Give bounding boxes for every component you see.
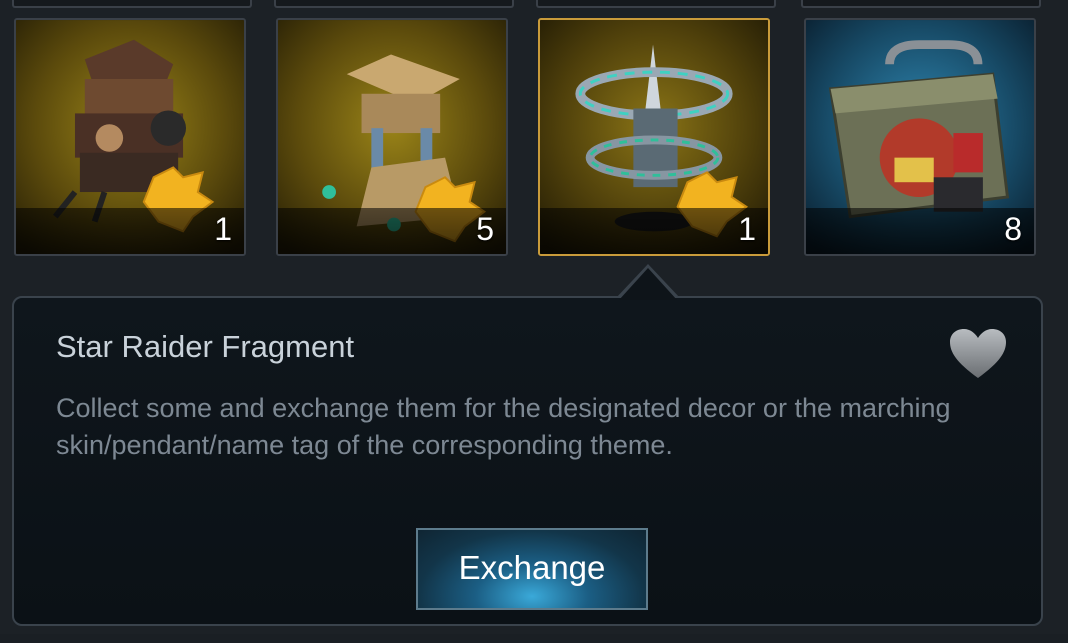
count-bar (806, 208, 1034, 254)
item-count: 1 (738, 211, 756, 247)
item-slot-samurai-castle[interactable]: 1 (14, 18, 246, 256)
previous-row-slot (12, 0, 252, 8)
previous-row-slot (536, 0, 776, 8)
item-slot-supply-crate[interactable]: 8 (804, 18, 1036, 256)
exchange-button[interactable]: Exchange (416, 528, 648, 610)
count-bar (16, 208, 244, 254)
item-detail-panel: Star Raider Fragment Collect some and ex… (12, 296, 1043, 626)
previous-row-slot (801, 0, 1041, 8)
item-count: 1 (214, 211, 232, 247)
item-slot-star-raider[interactable]: 1 (538, 18, 770, 256)
exchange-button-label: Exchange (458, 549, 606, 586)
item-count: 8 (1004, 211, 1022, 247)
bottom-edge (0, 634, 1068, 643)
count-bar (278, 208, 506, 254)
selection-pointer-fill (619, 268, 677, 300)
item-title: Star Raider Fragment (56, 329, 355, 364)
count-bar (540, 208, 768, 254)
item-slot-tower[interactable]: 5 (276, 18, 508, 256)
item-description: Collect some and exchange them for the d… (56, 393, 951, 460)
heart-icon[interactable] (946, 326, 1010, 382)
item-count: 5 (476, 211, 494, 247)
previous-row-slot (274, 0, 514, 8)
